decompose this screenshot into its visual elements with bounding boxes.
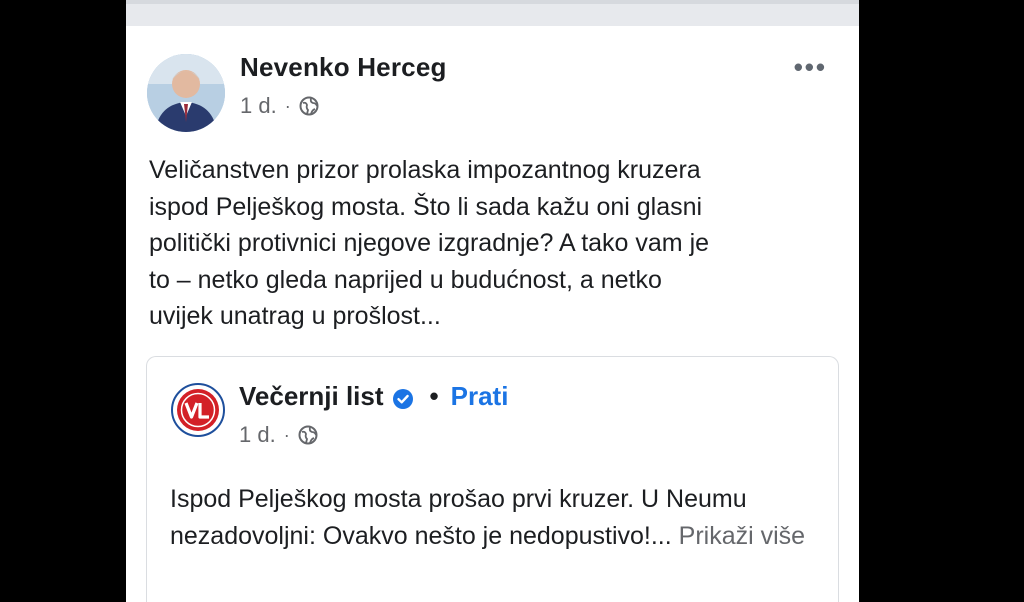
post-meta: 1 d. · [240,93,319,119]
shared-post-time[interactable]: 1 d. [239,422,276,448]
globe-icon [298,425,318,445]
follow-button[interactable]: Prati [451,381,509,412]
globe-icon [299,96,319,116]
post: Nevenko Herceg 1 d. · ••• Veličanstven p… [126,26,859,602]
shared-post-body: Ispod Pelješkog mosta prošao prvi kruzer… [170,485,747,550]
meta-separator: · [283,424,290,445]
previous-post-edge [126,0,859,26]
page-name[interactable]: Večernji list [239,381,384,412]
author-name[interactable]: Nevenko Herceg [240,52,447,83]
shared-page-header: Večernji list • Prati [239,381,508,412]
facebook-feed: Nevenko Herceg 1 d. · ••• Veličanstven p… [126,0,859,602]
avatar[interactable] [147,54,225,132]
shared-post[interactable]: Večernji list • Prati 1 d. · Ispod Pelje… [146,356,839,602]
more-options-button[interactable]: ••• [794,52,827,83]
shared-post-meta: 1 d. · [239,422,318,448]
post-time[interactable]: 1 d. [240,93,277,119]
dot-separator: • [429,381,439,411]
vecernji-list-logo-icon[interactable] [171,383,225,437]
meta-separator: · [284,95,291,116]
post-text: Veličanstven prizor prolaska impozantnog… [149,156,710,330]
verified-badge-icon [392,386,414,409]
see-more-link[interactable]: Prikaži više [679,522,805,550]
shared-post-text: Ispod Pelješkog mosta prošao prvi kruzer… [170,481,810,555]
